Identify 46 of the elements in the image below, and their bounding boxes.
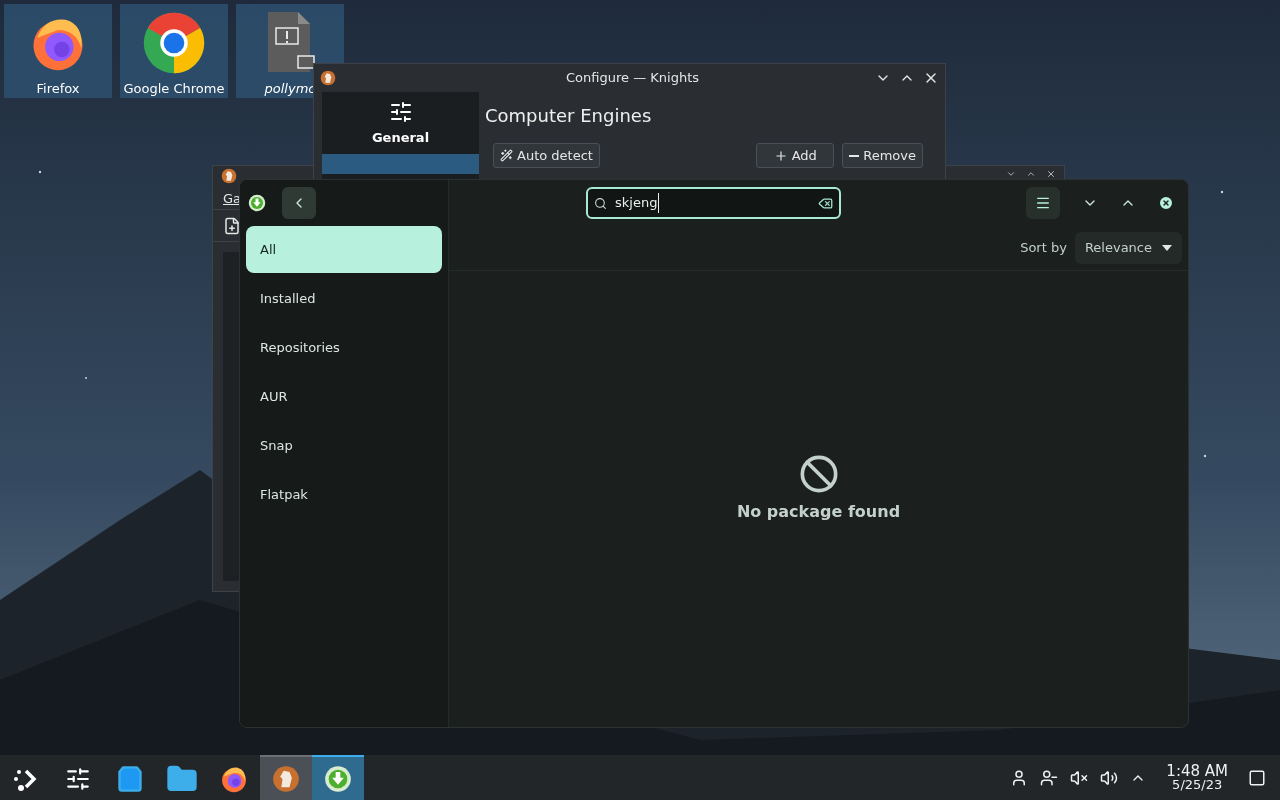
minus-icon [849, 154, 860, 157]
search-icon [594, 196, 607, 210]
category-item[interactable]: All [246, 226, 442, 273]
add-button[interactable]: Add [756, 143, 835, 168]
desktop-icon[interactable]: Firefox [4, 4, 112, 98]
user-minus-icon[interactable] [1040, 768, 1059, 787]
menu-button[interactable] [1026, 187, 1060, 219]
remove-button[interactable]: Remove [842, 143, 923, 168]
window-title: Configure — Knights [566, 69, 699, 88]
plus-icon [773, 148, 788, 163]
category-item[interactable]: Snap [246, 422, 442, 469]
close-icon[interactable] [1046, 169, 1056, 179]
section-heading: Computer Engines [485, 104, 653, 128]
category-item[interactable]: Flatpak [246, 471, 442, 518]
category-item[interactable]: Installed [246, 275, 442, 322]
empty-message: No package found [736, 501, 901, 523]
new-file-icon[interactable] [223, 216, 241, 235]
desktop-icon-label: Firefox [36, 79, 80, 98]
category-item[interactable]: AUR [246, 373, 442, 420]
sliders-icon [65, 765, 91, 792]
search-field[interactable]: skjeng [586, 187, 841, 219]
caret-icon [1162, 245, 1172, 251]
desktop-icon-label: Google Chrome [123, 79, 225, 98]
desktop-icon-label: pollymc [264, 79, 316, 98]
clear-icon[interactable] [818, 195, 833, 211]
wand-icon [500, 149, 513, 162]
category-item[interactable]: Repositories [246, 324, 442, 371]
sort-label: Sort by [1020, 239, 1067, 258]
auto-detect-button[interactable]: Auto detect [493, 143, 600, 168]
desktop-icon[interactable]: Google Chrome [120, 4, 228, 98]
no-results-icon [798, 454, 839, 494]
speaker-icon[interactable] [1100, 768, 1119, 787]
download-icon [248, 194, 266, 212]
sort-dropdown[interactable]: Relevance [1074, 232, 1182, 264]
menu-icon [1035, 195, 1051, 211]
download-icon [324, 764, 352, 793]
desktop-icon[interactable]: pollymc [236, 4, 344, 98]
back-button[interactable] [282, 187, 316, 219]
sidebar-item[interactable]: General [322, 100, 479, 152]
sliders-icon [388, 100, 413, 124]
muted-speaker-icon[interactable] [1070, 768, 1089, 787]
search-text: skjeng [615, 193, 660, 213]
show-desktop-icon[interactable] [1248, 768, 1266, 787]
clock[interactable]: 1:48 AM 5/25/23 [1166, 763, 1228, 792]
taskbar-item[interactable] [260, 755, 312, 800]
close-icon[interactable] [1158, 195, 1174, 211]
